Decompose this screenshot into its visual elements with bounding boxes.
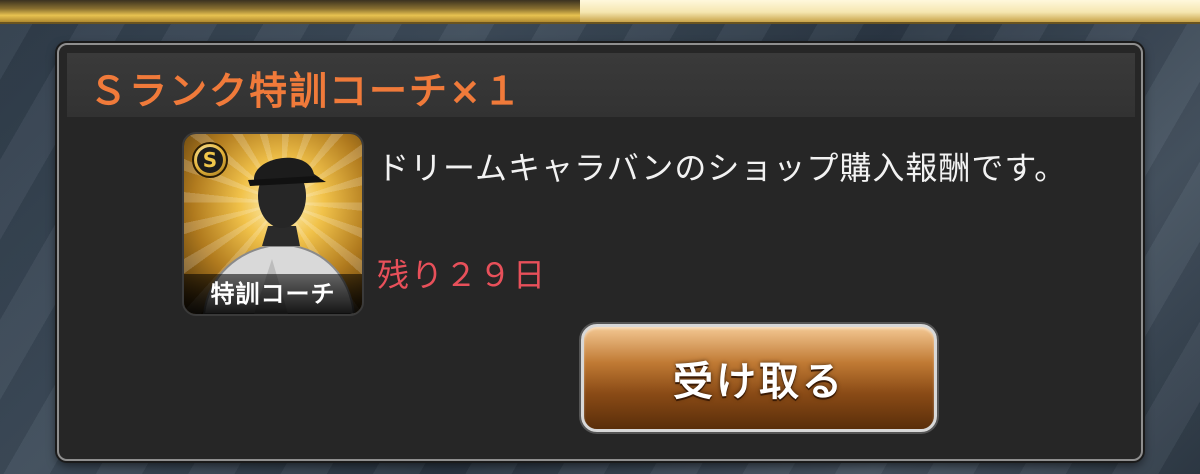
reward-description: ドリームキャラバンのショップ購入報酬です。	[377, 149, 1068, 187]
rank-s-badge: S	[192, 142, 228, 178]
top-banner-edge	[0, 0, 1200, 24]
item-label: 特訓コーチ	[184, 274, 362, 314]
reward-title: Ｓランク特訓コーチ×１	[89, 69, 523, 113]
remaining-days: 残り２９日	[377, 256, 548, 294]
receive-button[interactable]: 受け取る	[581, 324, 937, 432]
screen: { "reward": { "title": "Ｓランク特訓コーチ×１", "i…	[0, 0, 1200, 474]
reward-panel: Ｓランク特訓コーチ×１ S 特訓コーチ ドリームキャラバンのショップ購入報酬です…	[57, 43, 1143, 461]
reward-title-bar: Ｓランク特訓コーチ×１	[67, 53, 1135, 117]
rank-letter: S	[197, 147, 223, 173]
coach-card-icon: S 特訓コーチ	[182, 132, 364, 316]
receive-button-label: 受け取る	[673, 359, 845, 405]
